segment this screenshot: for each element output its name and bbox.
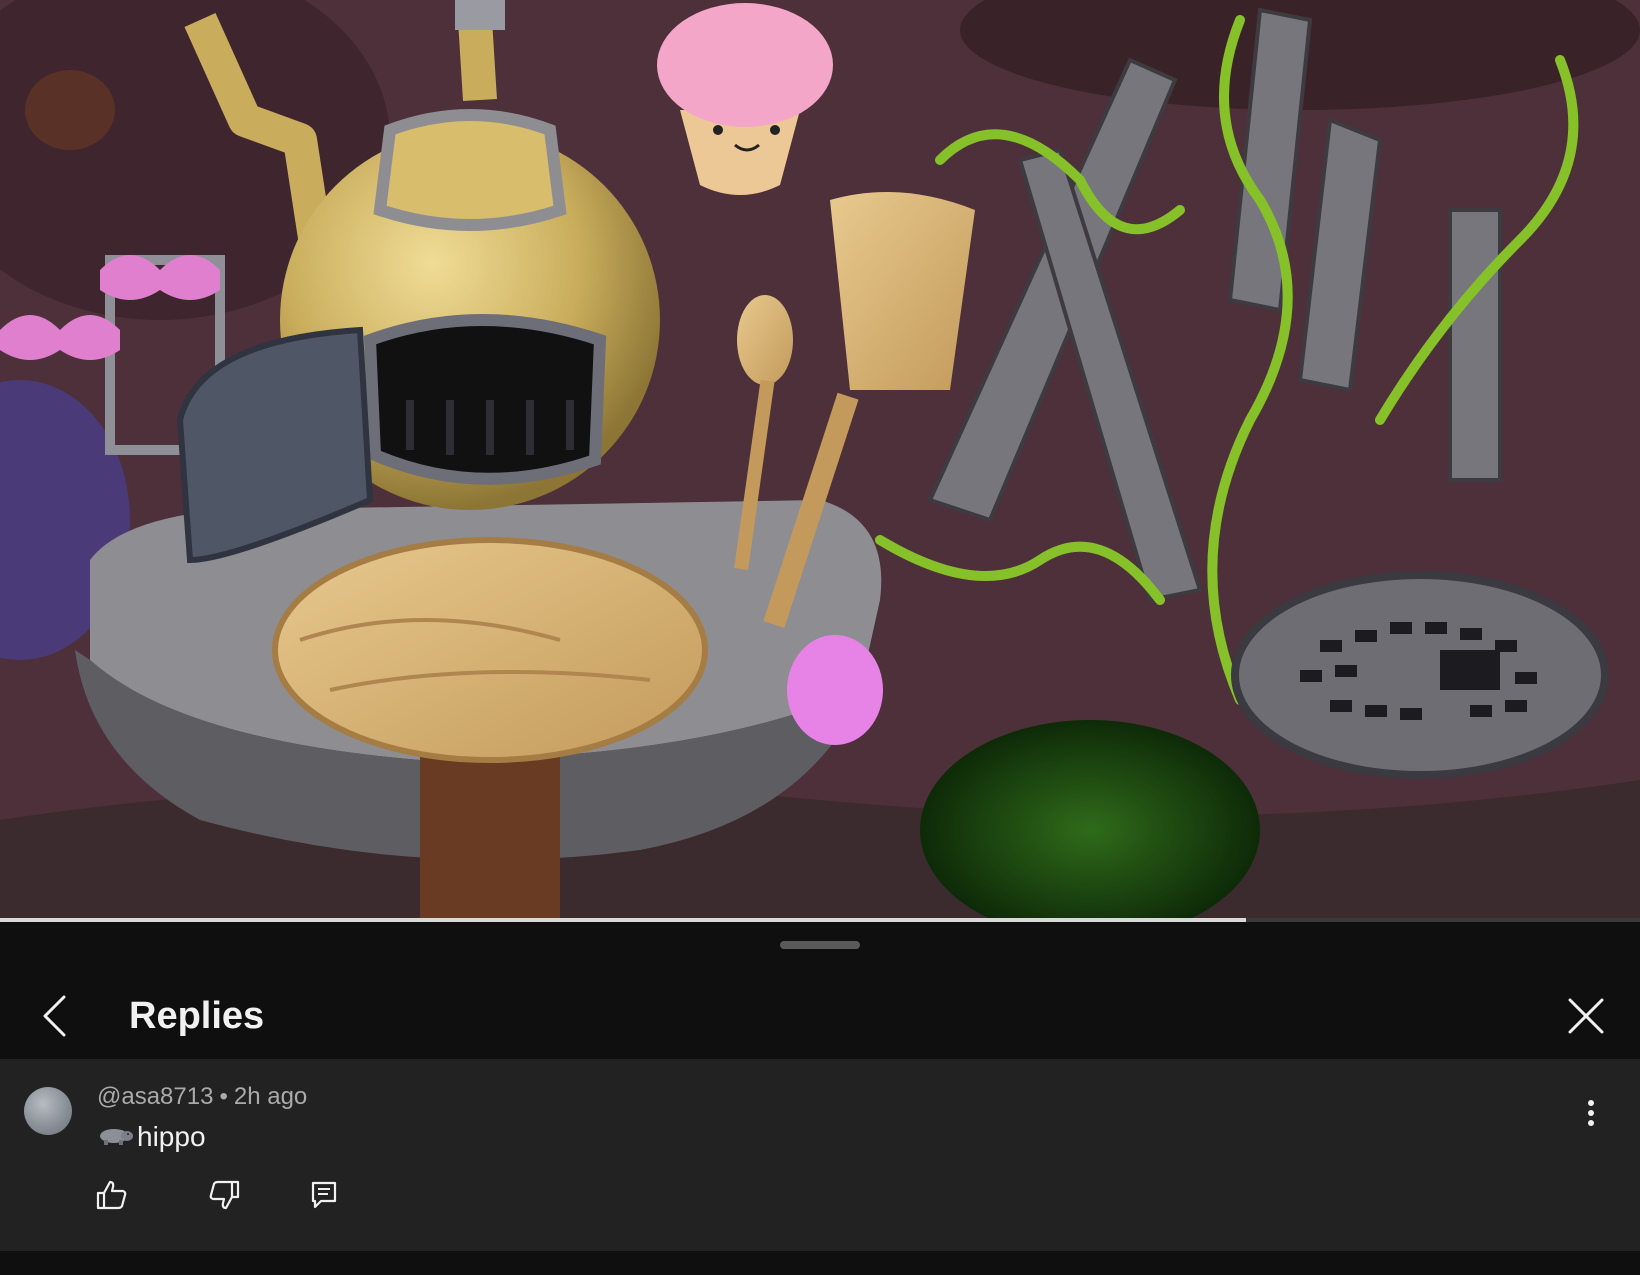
pipe-ring [455,0,505,30]
drag-handle[interactable] [780,941,860,949]
manhole [1231,571,1609,779]
table-top [272,537,708,763]
avatar[interactable] [24,1087,72,1135]
comment-text: hippo [137,1121,206,1152]
sheet-title: Replies [129,995,265,1037]
video-player[interactable] [0,0,1640,918]
comment-author[interactable]: @asa8713 [97,1083,213,1110]
like-button[interactable] [88,1171,136,1219]
replies-sheet: Replies @asa8713 • 2h ago hippo [0,922,1640,1275]
comment-item: @asa8713 • 2h ago hippo [0,1059,1640,1251]
dislike-button[interactable] [200,1171,248,1219]
comment-body: hippo [97,1121,206,1153]
more-options-button[interactable] [1576,1093,1606,1133]
reply-icon [311,1181,337,1209]
chevron-left-icon [43,995,66,1037]
spoon [737,295,793,385]
spatula [830,192,975,390]
back-button[interactable] [30,988,80,1044]
glow [25,70,115,150]
pipe-2 [458,18,497,102]
oven-lid [373,109,567,231]
comment-time: 2h ago [233,1083,308,1110]
bottom-strip [0,1251,1640,1275]
cupcake-eye-2 [770,125,780,135]
oven-mouth [363,314,607,485]
thumb-up-icon [96,1180,127,1210]
thumb-down-icon [209,1180,240,1210]
pink-flower [787,635,883,745]
more-vert-icon [1588,1100,1594,1126]
close-button[interactable] [1558,988,1614,1044]
sheet-header: Replies [0,982,1640,1062]
hippo-emoji-icon [97,1121,133,1153]
close-icon [1568,998,1604,1034]
reply-button[interactable] [300,1171,348,1219]
video-frame-illustration [0,0,1640,918]
cupcake-eye [713,125,723,135]
comment-meta: @asa8713 • 2h ago [97,1083,307,1111]
meta-separator: • [219,1083,228,1110]
cupcake-frosting [657,3,833,127]
